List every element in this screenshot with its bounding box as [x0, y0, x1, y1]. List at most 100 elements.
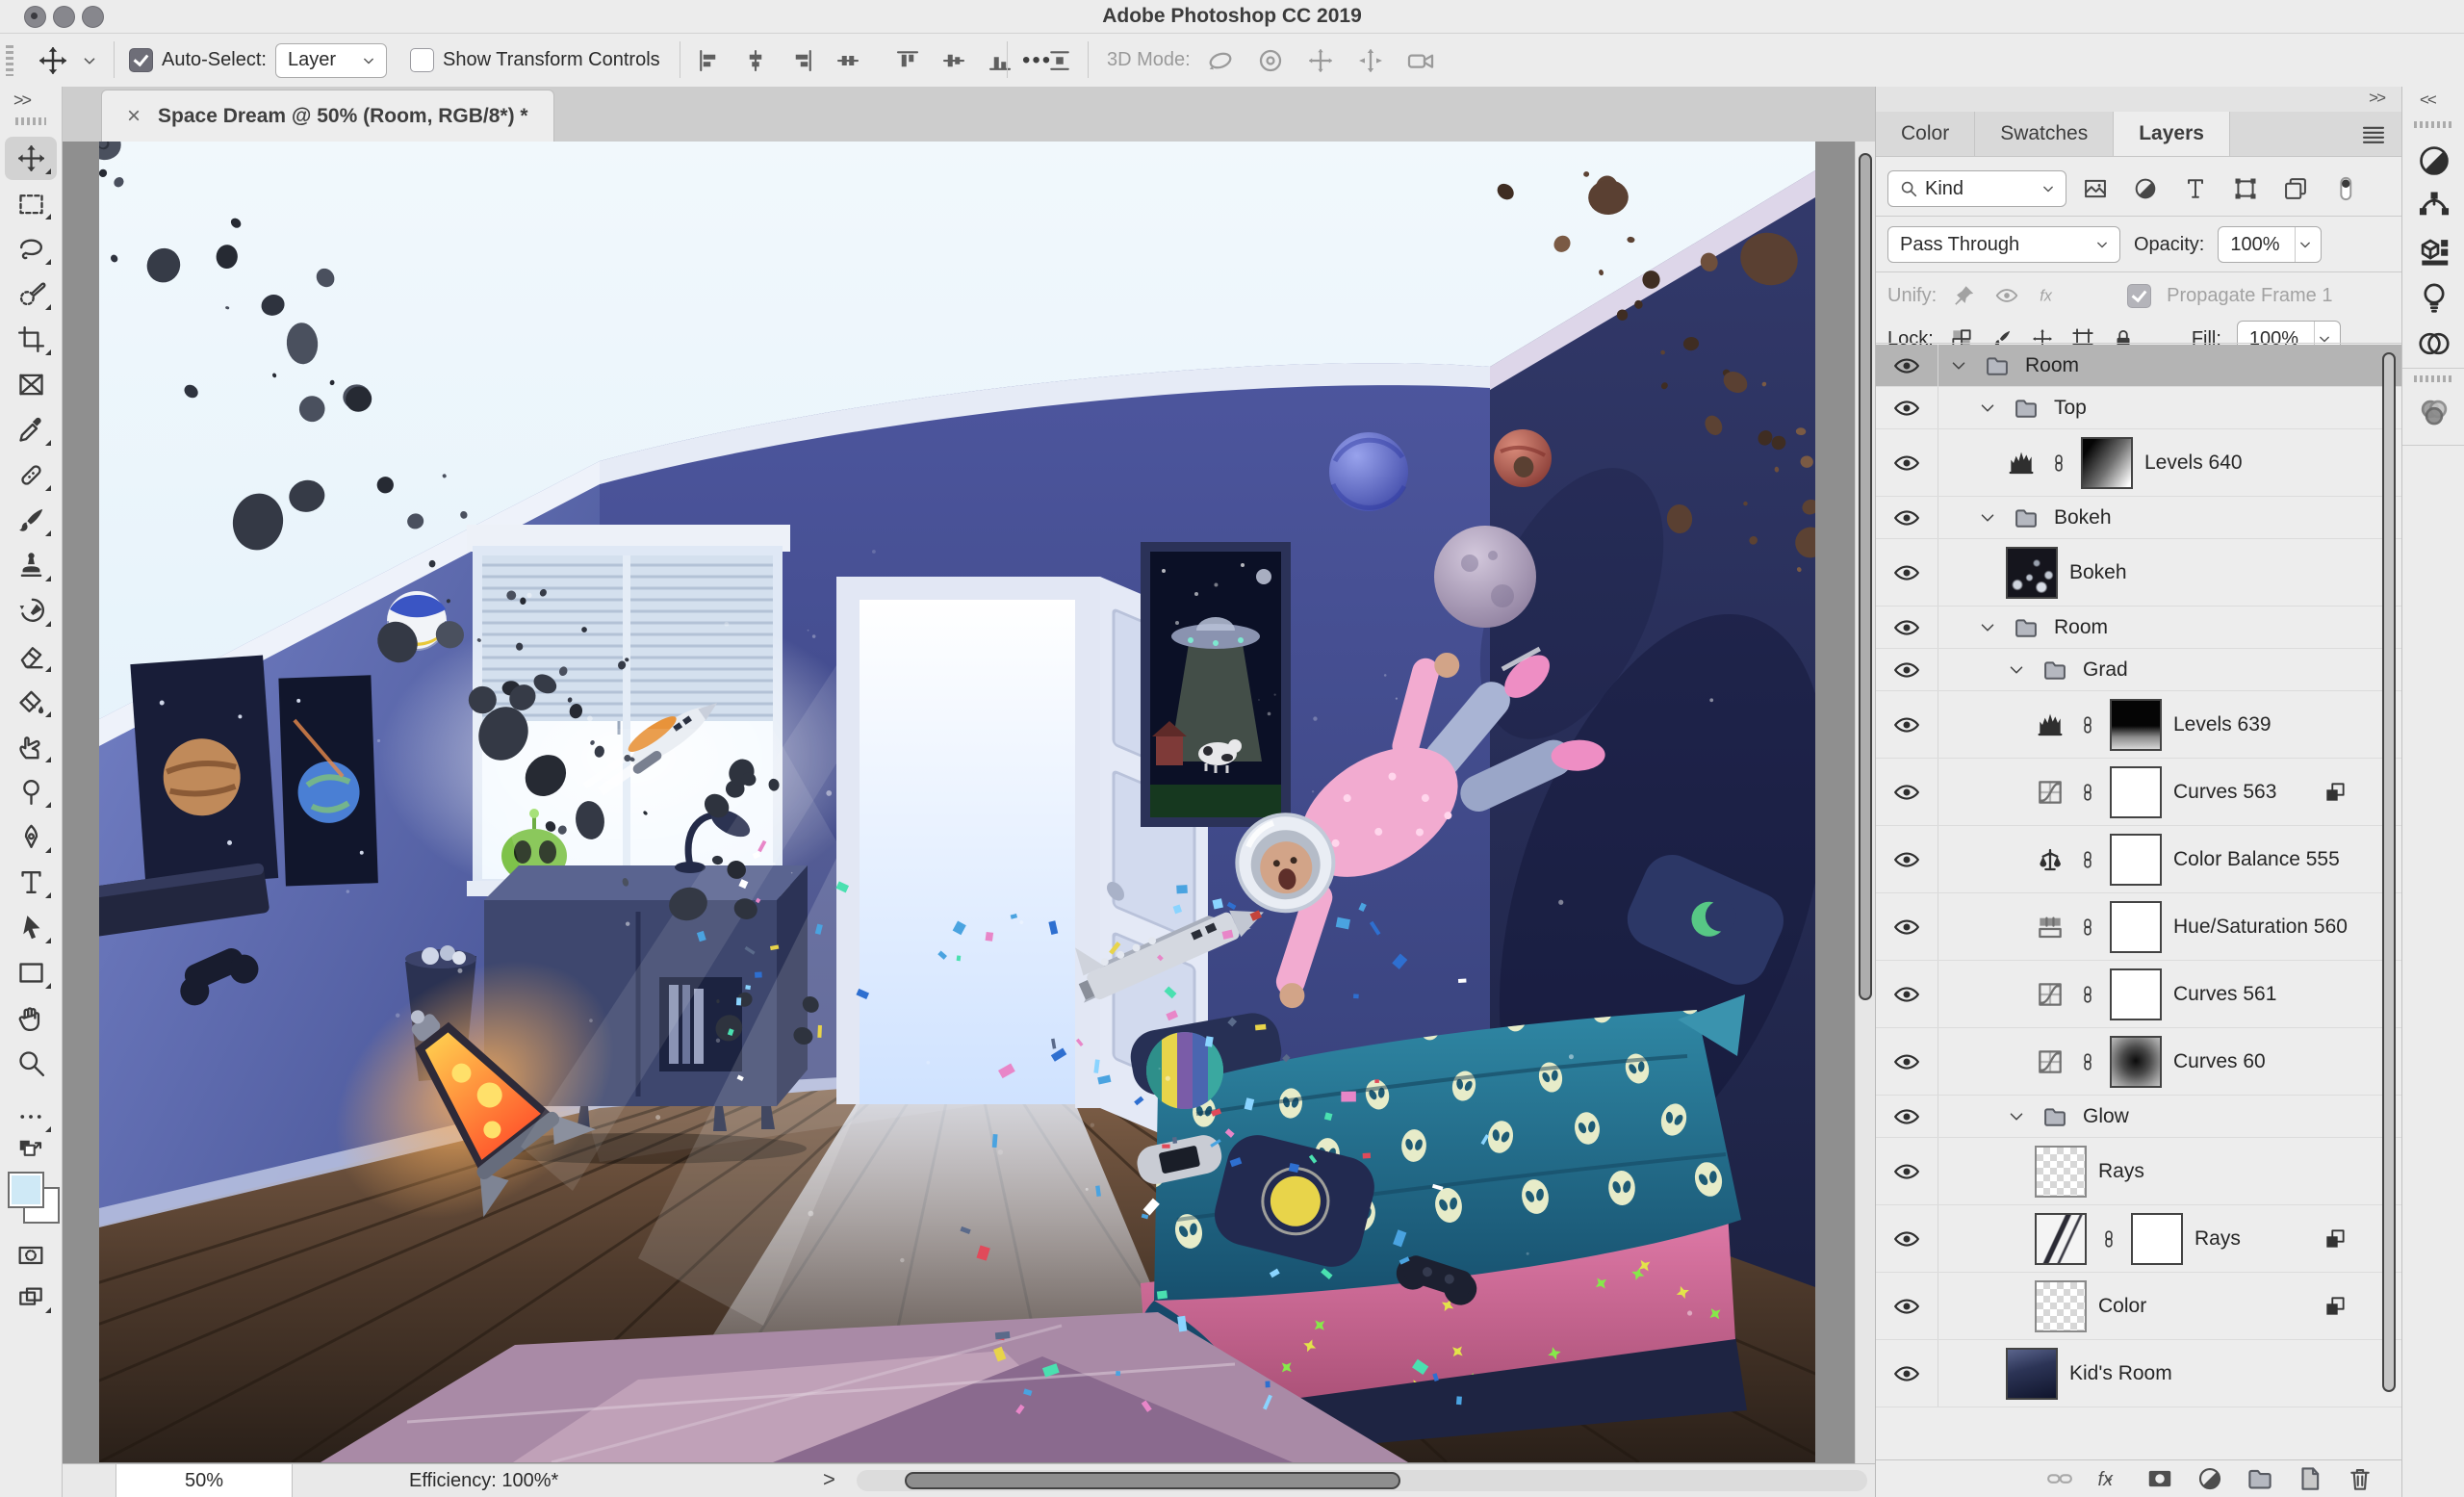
clone-stamp-tool[interactable]: [5, 544, 57, 587]
layer-row[interactable]: Levels 640: [1876, 429, 2401, 497]
layer-thumbnail[interactable]: [2035, 1145, 2087, 1198]
more-options-button[interactable]: •••: [1022, 34, 1052, 87]
layer-mask-thumbnail[interactable]: [2110, 1035, 2162, 1088]
align-right-edges-icon[interactable]: [787, 34, 816, 87]
document-tab[interactable]: × Space Dream @ 50% (Room, RGB/8*) *: [101, 90, 554, 142]
screen-mode-button[interactable]: [5, 1276, 57, 1319]
color-swatches[interactable]: [8, 1172, 60, 1226]
layers-scrollbar[interactable]: [2380, 348, 2398, 1497]
smudge-tool[interactable]: [5, 725, 57, 768]
align-horizontal-centers-icon[interactable]: [741, 34, 770, 87]
layer-visibility-toggle[interactable]: [1876, 497, 1938, 538]
title-bar[interactable]: Adobe Photoshop CC 2019: [0, 0, 2464, 34]
layer-row[interactable]: Hue/Saturation 560: [1876, 893, 2401, 961]
unify-style-icon[interactable]: fx: [2037, 283, 2062, 308]
quick-mask-button[interactable]: [5, 1233, 57, 1277]
delete-layer-icon[interactable]: [2346, 1464, 2374, 1493]
layer-visibility-toggle[interactable]: [1876, 1028, 1938, 1095]
properties-panel-icon[interactable]: [2416, 187, 2452, 223]
move-tool[interactable]: [5, 137, 57, 180]
rectangular-marquee-tool[interactable]: [5, 182, 57, 225]
distribute-horizontal-icon[interactable]: [834, 34, 862, 87]
layer-visibility-toggle[interactable]: [1876, 429, 1938, 496]
layer-row[interactable]: Rays: [1876, 1205, 2401, 1273]
layer-row[interactable]: Color Balance 555: [1876, 826, 2401, 893]
frame-tool[interactable]: [5, 363, 57, 406]
toolbar-grip[interactable]: [15, 117, 46, 125]
layer-visibility-toggle[interactable]: [1876, 1340, 1938, 1407]
layer-row[interactable]: Top: [1876, 387, 2401, 429]
canvas-horizontal-scrollbar[interactable]: [857, 1470, 1867, 1491]
strip-grip[interactable]: [2414, 121, 2452, 128]
tab-color[interactable]: Color: [1876, 112, 1976, 156]
layer-row[interactable]: Grad: [1876, 649, 2401, 691]
spot-healing-brush-tool[interactable]: [5, 453, 57, 497]
foreground-color-swatch[interactable]: [8, 1172, 44, 1208]
layer-row[interactable]: Room: [1876, 345, 2401, 387]
libraries-panel-icon[interactable]: [2416, 325, 2452, 362]
layer-mask-thumbnail[interactable]: [2110, 833, 2162, 886]
zoom-tool[interactable]: [5, 1042, 57, 1085]
3d-camera-icon[interactable]: [1405, 34, 1436, 87]
layer-visibility-toggle[interactable]: [1876, 1273, 1938, 1339]
status-chevron[interactable]: >: [823, 1464, 835, 1497]
3d-slide-icon[interactable]: [1355, 34, 1386, 87]
layer-mask-thumbnail[interactable]: [2110, 968, 2162, 1020]
3d-rotate-icon[interactable]: [1205, 34, 1236, 87]
crop-tool[interactable]: [5, 318, 57, 361]
eraser-tool[interactable]: [5, 634, 57, 678]
layer-visibility-toggle[interactable]: [1876, 1096, 1938, 1137]
zoom-level-field[interactable]: 50%: [116, 1464, 293, 1497]
layer-visibility-toggle[interactable]: [1876, 607, 1938, 648]
rectangle-tool[interactable]: [5, 951, 57, 994]
layer-row[interactable]: Curves 561: [1876, 961, 2401, 1028]
align-top-edges-icon[interactable]: [893, 34, 922, 87]
filter-adjustment-layers-icon[interactable]: [2132, 175, 2159, 202]
options-grip[interactable]: [6, 45, 13, 76]
panel-menu-icon[interactable]: [2359, 119, 2388, 148]
filter-pixel-layers-icon[interactable]: [2082, 175, 2109, 202]
pen-tool[interactable]: [5, 815, 57, 859]
layer-visibility-toggle[interactable]: [1876, 387, 1938, 428]
layer-mask-thumbnail[interactable]: [2081, 436, 2133, 489]
3d-roll-icon[interactable]: [1255, 34, 1286, 87]
link-layers-icon[interactable]: [2045, 1464, 2074, 1493]
channels-panel-icon[interactable]: [2416, 395, 2452, 431]
auto-select-checkbox[interactable]: [129, 34, 153, 87]
efficiency-indicator[interactable]: Efficiency: 100%*: [409, 1464, 558, 1497]
unify-position-icon[interactable]: [1952, 283, 1977, 308]
swap-colors-icon[interactable]: [5, 1137, 57, 1166]
layer-visibility-toggle[interactable]: [1876, 691, 1938, 758]
blend-mode-dropdown[interactable]: Pass Through: [1887, 226, 2120, 263]
paint-bucket-tool[interactable]: [5, 680, 57, 723]
layer-visibility-toggle[interactable]: [1876, 826, 1938, 892]
adjustments-panel-icon[interactable]: [2416, 142, 2452, 179]
layer-visibility-toggle[interactable]: [1876, 345, 1938, 386]
filter-shape-layers-icon[interactable]: [2232, 175, 2259, 202]
layer-mask-thumbnail[interactable]: [2110, 698, 2162, 751]
layer-row[interactable]: Bokeh: [1876, 539, 2401, 607]
auto-select-dropdown[interactable]: Layer: [275, 34, 387, 87]
layer-mask-thumbnail[interactable]: [2110, 765, 2162, 818]
lasso-tool[interactable]: [5, 227, 57, 271]
new-group-icon[interactable]: [2246, 1464, 2274, 1493]
layer-row[interactable]: Curves 563: [1876, 759, 2401, 826]
strip-expand-button[interactable]: <<: [2420, 90, 2437, 110]
unify-visibility-icon[interactable]: [1994, 283, 2019, 308]
layer-visibility-toggle[interactable]: [1876, 649, 1938, 690]
layer-visibility-toggle[interactable]: [1876, 1205, 1938, 1272]
layer-thumbnail[interactable]: [2035, 1279, 2087, 1332]
layer-row[interactable]: Color: [1876, 1273, 2401, 1340]
type-tool[interactable]: [5, 861, 57, 904]
layer-row[interactable]: Curves 60: [1876, 1028, 2401, 1096]
strip-grip[interactable]: [2414, 375, 2452, 382]
tab-swatches[interactable]: Swatches: [1975, 112, 2115, 156]
hand-tool[interactable]: [5, 996, 57, 1040]
3d-drag-icon[interactable]: [1305, 34, 1336, 87]
new-layer-icon[interactable]: [2296, 1464, 2324, 1493]
filter-toggle-icon[interactable]: [2332, 175, 2359, 202]
layer-row[interactable]: Levels 639: [1876, 691, 2401, 759]
dodge-tool[interactable]: [5, 770, 57, 813]
canvas-artwork[interactable]: [85, 126, 1828, 1464]
align-bottom-edges-icon[interactable]: [986, 34, 1014, 87]
